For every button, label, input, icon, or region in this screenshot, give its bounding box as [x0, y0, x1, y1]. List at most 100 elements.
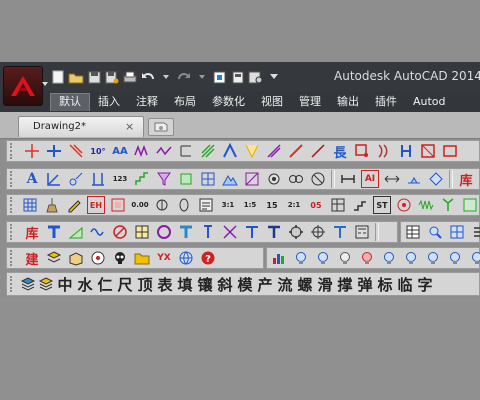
lamp-question-icon[interactable] — [380, 249, 398, 267]
stack-layers-icon[interactable] — [19, 275, 37, 293]
diamond-icon[interactable] — [427, 170, 445, 188]
char-button-chi[interactable]: 尺 — [115, 274, 135, 294]
lamp-c-icon[interactable] — [446, 249, 464, 267]
undo-dropdown-icon[interactable] — [158, 70, 174, 84]
grid-icon[interactable] — [199, 170, 217, 188]
char-button-shui[interactable]: 水 — [75, 274, 95, 294]
save-as-icon[interactable] — [104, 70, 120, 84]
scale-2-1-icon[interactable]: 2:1 — [285, 196, 303, 214]
lamp-b-icon[interactable] — [424, 249, 442, 267]
circle-axis-icon[interactable] — [67, 170, 85, 188]
redo-dropdown-icon[interactable] — [194, 70, 210, 84]
char-button-liu[interactable]: 流 — [275, 274, 295, 294]
char-button-zi[interactable]: 字 — [415, 274, 435, 294]
scale-1-5-icon[interactable]: 1:5 — [241, 196, 259, 214]
char-button-biao2[interactable]: 标 — [375, 274, 395, 294]
funnel-icon[interactable] — [155, 170, 173, 188]
sheet-set-icon[interactable] — [230, 70, 246, 84]
lamp-off-icon[interactable] — [336, 249, 354, 267]
double-circle-icon[interactable] — [287, 170, 305, 188]
workspace-icon[interactable] — [248, 70, 264, 84]
fork-icon[interactable] — [439, 196, 457, 214]
slash-alt-icon[interactable] — [309, 142, 327, 160]
t-section-alt-icon[interactable] — [265, 223, 283, 241]
value-05-icon[interactable]: 05 — [307, 196, 325, 214]
bracket-icon[interactable] — [177, 142, 195, 160]
toolbar-grip[interactable] — [10, 276, 17, 292]
document-tab-drawing2[interactable]: Drawing2* × — [18, 116, 144, 137]
help-icon[interactable]: ? — [199, 249, 217, 267]
slope-icon[interactable] — [67, 223, 85, 241]
close-tab-icon[interactable]: × — [125, 120, 134, 133]
ai-text-icon[interactable]: AI — [361, 170, 379, 188]
no-sign-icon[interactable] — [111, 223, 129, 241]
tab-insert[interactable]: 插入 — [90, 93, 128, 111]
tab-manage[interactable]: 管理 — [291, 93, 329, 111]
char-button-dan[interactable]: 弹 — [355, 274, 375, 294]
toolbar-grip[interactable] — [10, 143, 17, 159]
grid-blue-icon[interactable] — [448, 223, 466, 241]
tab-view[interactable]: 视图 — [253, 93, 291, 111]
t-pile-icon[interactable] — [177, 223, 195, 241]
char-button-hua[interactable]: 滑 — [315, 274, 335, 294]
stripe-pattern-icon[interactable] — [199, 142, 217, 160]
hatch-box-icon[interactable] — [243, 170, 261, 188]
zero-mark-icon[interactable] — [175, 196, 193, 214]
library-icon[interactable]: 库 — [457, 170, 475, 189]
crosshair-icon[interactable] — [309, 223, 327, 241]
calc-icon[interactable] — [353, 223, 371, 241]
rectangle-icon[interactable] — [441, 142, 459, 160]
tab-plugins[interactable]: 插件 — [367, 93, 405, 111]
zoom-icon[interactable] — [426, 223, 444, 241]
application-menu-arrow-icon[interactable] — [42, 82, 48, 86]
st-box-icon[interactable]: ST — [373, 196, 391, 214]
lamp-icon[interactable] — [314, 249, 332, 267]
stairs-icon[interactable] — [133, 170, 151, 188]
span-arrow-icon[interactable] — [383, 170, 401, 188]
char-button-ren[interactable]: 仁 — [95, 274, 115, 294]
drawing-area[interactable] — [0, 298, 480, 400]
list-icon[interactable] — [470, 223, 480, 241]
zigzag-green-icon[interactable] — [417, 196, 435, 214]
diagonal-lines-icon[interactable] — [265, 142, 283, 160]
save-icon[interactable] — [86, 70, 102, 84]
char-button-cheng[interactable]: 撑 — [335, 274, 355, 294]
lamp-a-icon[interactable] — [402, 249, 420, 267]
stack-layers-alt-icon[interactable] — [37, 275, 55, 293]
aa-text-icon[interactable]: AA — [111, 142, 129, 160]
zigzag-icon[interactable] — [155, 142, 173, 160]
lamp-d-icon[interactable] — [468, 249, 480, 267]
tab-output[interactable]: 输出 — [329, 93, 367, 111]
library-red-icon[interactable]: 库 — [23, 223, 41, 242]
chang-char-icon[interactable]: 長 — [331, 142, 349, 161]
steering-icon[interactable] — [89, 249, 107, 267]
cross-line-icon[interactable] — [23, 142, 41, 160]
ring-icon[interactable] — [155, 223, 173, 241]
pillar-icon[interactable] — [89, 170, 107, 188]
grid-box-icon[interactable] — [133, 223, 151, 241]
cross-hatch-icon[interactable] — [221, 223, 239, 241]
t-section-icon[interactable] — [243, 223, 261, 241]
tab-parametric[interactable]: 参数化 — [204, 93, 253, 111]
toolbar-grip[interactable] — [10, 224, 17, 240]
settings-icon[interactable] — [287, 223, 305, 241]
skull-icon[interactable] — [111, 249, 129, 267]
folder-icon[interactable] — [133, 249, 151, 267]
scale-3-1-icon[interactable]: 3:1 — [219, 196, 237, 214]
build-char-icon[interactable]: 建 — [23, 249, 41, 268]
square-pin-icon[interactable] — [353, 142, 371, 160]
char-button-xiang[interactable]: 镶 — [195, 274, 215, 294]
steps-icon[interactable] — [351, 196, 369, 214]
application-menu-button[interactable] — [3, 66, 43, 106]
column-icon[interactable] — [397, 142, 415, 160]
globe-icon[interactable] — [177, 249, 195, 267]
customize-qat-icon[interactable] — [266, 70, 282, 84]
char-button-lin[interactable]: 临 — [395, 274, 415, 294]
toolbar-grip[interactable] — [10, 250, 17, 266]
eh-tag-icon[interactable]: EH — [87, 196, 105, 214]
no-entry-icon[interactable] — [309, 170, 327, 188]
open-box-icon[interactable] — [67, 249, 85, 267]
mountain-icon[interactable] — [221, 170, 239, 188]
toolbar-grip[interactable] — [10, 197, 15, 213]
t-blue-icon[interactable] — [331, 223, 349, 241]
